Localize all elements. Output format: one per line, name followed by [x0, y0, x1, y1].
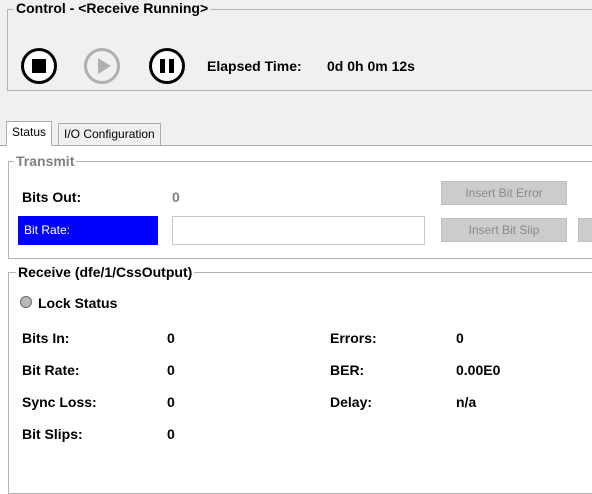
stop-button[interactable] [21, 48, 57, 84]
errors-value: 0 [456, 330, 464, 346]
transmit-bit-rate-label: Bit Rate: [18, 216, 158, 245]
play-button [84, 48, 120, 84]
bit-slips-label: Bit Slips: [22, 426, 83, 442]
stop-icon [32, 59, 46, 73]
receive-bit-rate-value: 0 [167, 362, 175, 378]
tab-io-configuration[interactable]: I/O Configuration [58, 123, 161, 145]
transmit-bit-rate-input[interactable] [172, 216, 425, 245]
errors-label: Errors: [330, 330, 377, 346]
pause-button[interactable] [149, 48, 185, 84]
bits-out-label: Bits Out: [22, 189, 82, 205]
pause-icon [160, 59, 165, 73]
bits-out-value: 0 [172, 189, 180, 205]
receive-title: Receive (dfe/1/CssOutput) [16, 264, 195, 280]
tab-status[interactable]: Status [6, 121, 53, 146]
elapsed-time-label: Elapsed Time: [207, 58, 302, 74]
bits-in-value: 0 [167, 330, 175, 346]
control-panel: Control - <Receive Running> Elapsed Time… [0, 0, 592, 99]
lock-status-label: Lock Status [38, 295, 118, 311]
delay-label: Delay: [330, 394, 373, 410]
tab-divider [0, 145, 592, 146]
ber-value: 0.00E0 [456, 362, 501, 378]
ber-label: BER: [330, 362, 365, 378]
play-icon [98, 58, 111, 74]
receive-bit-rate-label: Bit Rate: [22, 362, 80, 378]
sync-loss-label: Sync Loss: [22, 394, 97, 410]
insert-bit-error-button[interactable]: Insert Bit Error [441, 181, 567, 205]
insert-bit-slip-button[interactable]: Insert Bit Slip [441, 218, 567, 242]
bits-in-label: Bits In: [22, 330, 70, 346]
elapsed-time-value: 0d 0h 0m 12s [327, 58, 415, 74]
control-title: Control - <Receive Running> [14, 0, 211, 16]
delay-value: n/a [456, 394, 477, 410]
lock-status-indicator-icon [20, 296, 32, 308]
transmit-title: Transmit [14, 153, 77, 169]
bit-slips-value: 0 [167, 426, 175, 442]
sync-loss-value: 0 [167, 394, 175, 410]
pause-icon-bar [169, 59, 174, 73]
extra-transmit-button[interactable] [578, 218, 592, 242]
